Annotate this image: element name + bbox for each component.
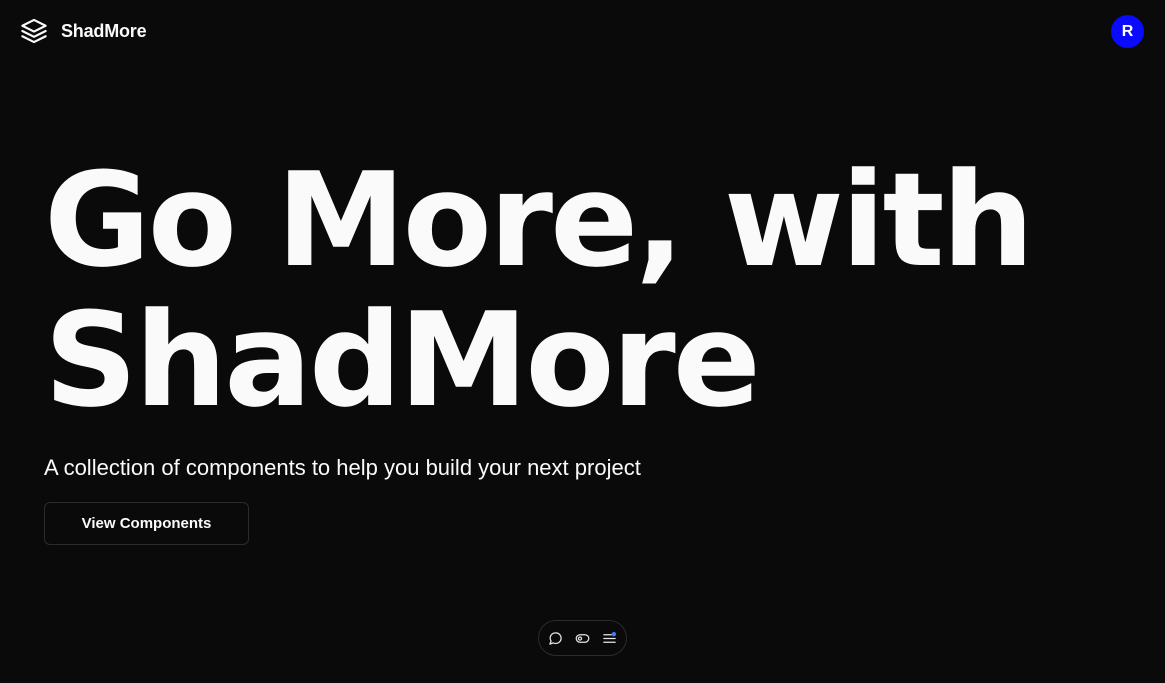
chat-bubble-icon[interactable] (548, 630, 564, 646)
hero-title-line-1: Go More, with (44, 144, 1034, 296)
toggle-icon[interactable] (575, 630, 591, 646)
layers-icon (20, 17, 48, 45)
user-avatar[interactable]: R (1111, 15, 1144, 48)
site-header: ShadMore R (0, 0, 1165, 62)
hero-subtitle: A collection of components to help you b… (44, 455, 641, 480)
brand-name: ShadMore (61, 20, 147, 41)
brand-link[interactable]: ShadMore (20, 17, 147, 45)
list-settings-icon[interactable] (602, 630, 618, 646)
avatar-initial: R (1121, 22, 1134, 40)
hero-title: Go More, with ShadMore (44, 150, 1144, 430)
floating-dock (538, 620, 627, 656)
view-components-button[interactable]: View Components (44, 502, 249, 545)
hero-title-line-2: ShadMore (44, 284, 761, 436)
